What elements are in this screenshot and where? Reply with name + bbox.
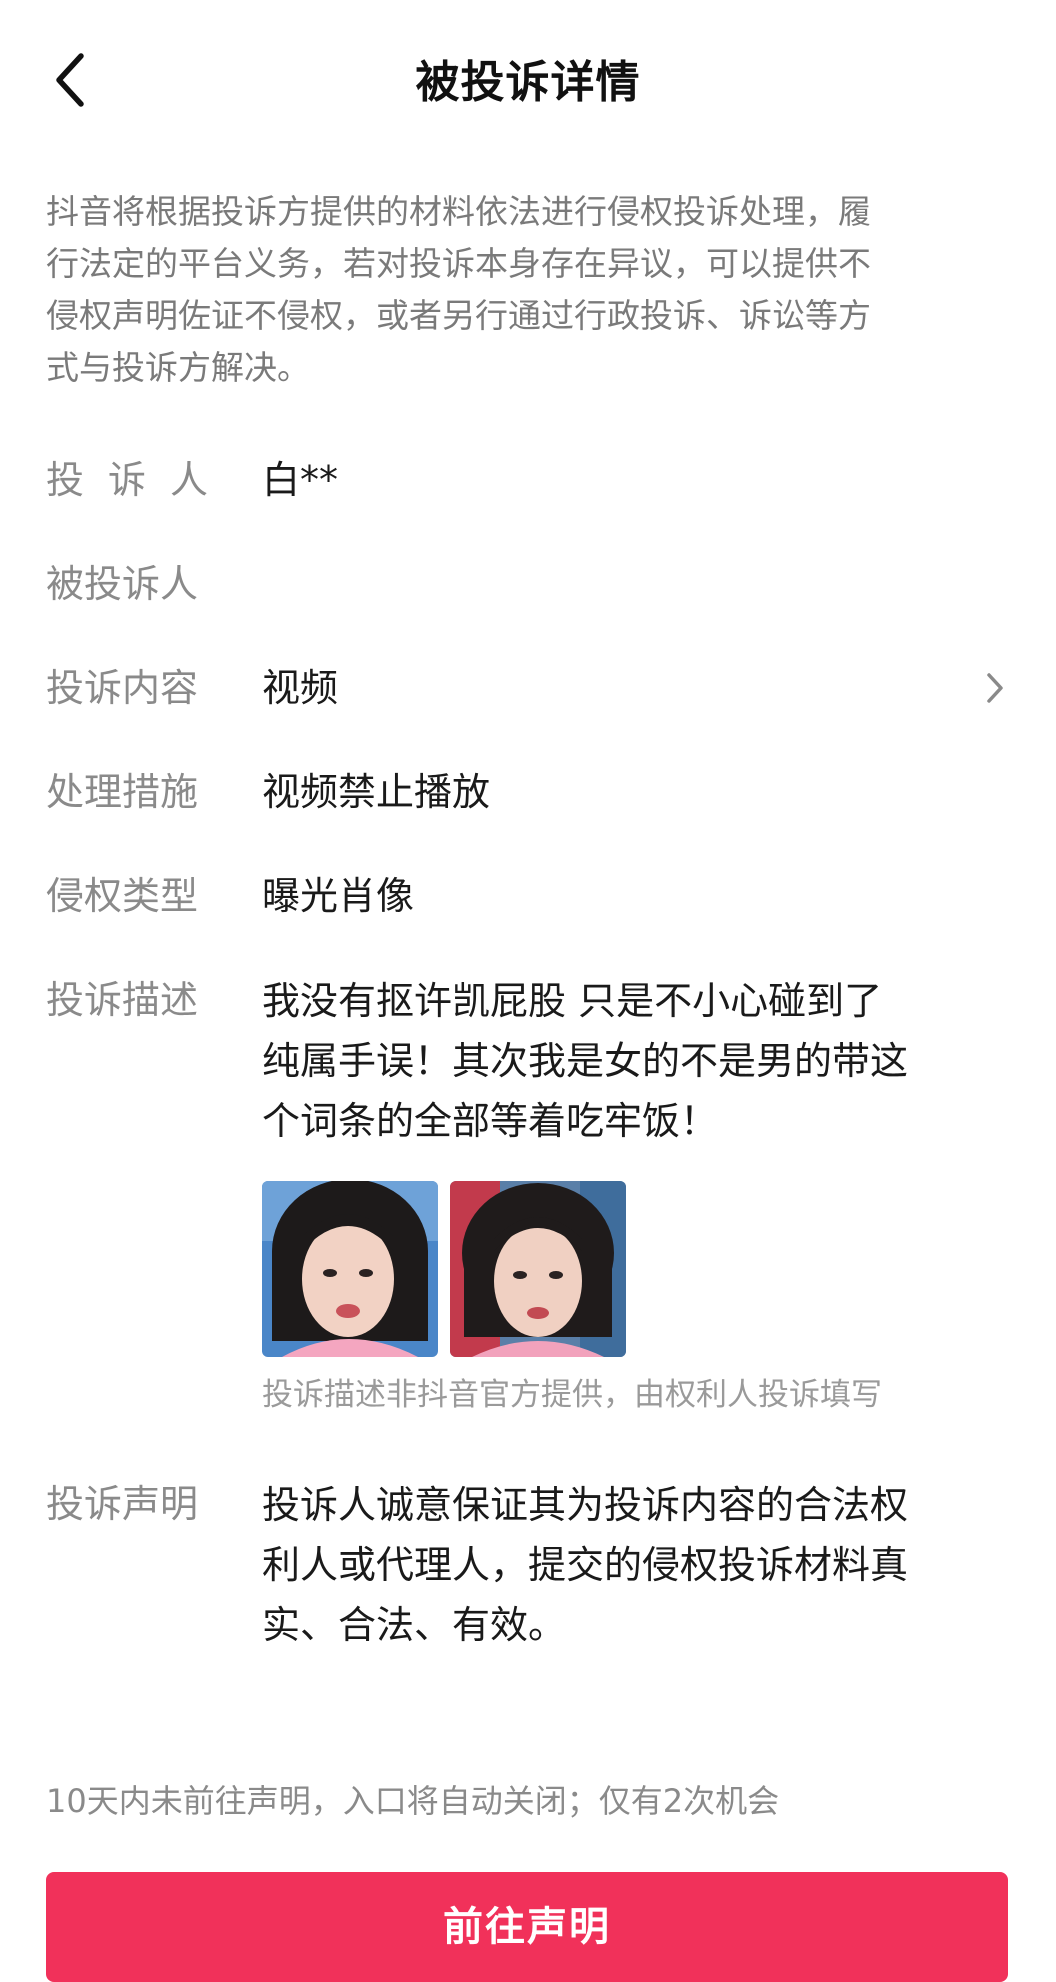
content-label: 投诉内容 xyxy=(46,666,199,710)
description-line: 个词条的全部等着吃牢饭！ xyxy=(262,1099,719,1143)
description-line: 纯属手误！其次我是女的不是男的带这 xyxy=(262,1039,909,1083)
infringement-type-label: 侵权类型 xyxy=(46,874,199,918)
statement-line: 利人或代理人，提交的侵权投诉材料真 xyxy=(262,1543,909,1587)
page-title: 被投诉详情 xyxy=(415,57,641,108)
description-disclaimer: 投诉描述非抖音官方提供，由权利人投诉填写 xyxy=(262,1377,882,1413)
statement-line: 投诉人诚意保证其为投诉内容的合法权 xyxy=(262,1483,909,1527)
notice-line: 侵权声明佐证不侵权，或者另行通过行政投诉、诉讼等方 xyxy=(46,296,871,335)
respondent-label: 被投诉人 xyxy=(46,562,199,606)
notice-line: 式与投诉方解决。 xyxy=(46,348,310,387)
statement-text: 投诉人诚意保证其为投诉内容的合法权 利人或代理人，提交的侵权投诉材料真 实、合法… xyxy=(262,1475,1002,1655)
notice-line: 行法定的平台义务，若对投诉本身存在异议，可以提供不 xyxy=(46,244,871,283)
deadline-notice: 10天内未前往声明，入口将自动关闭；仅有2次机会 xyxy=(46,1782,780,1820)
navigation-bar: 被投诉详情 xyxy=(0,0,1056,160)
evidence-photo-icon xyxy=(262,1181,438,1357)
measure-label: 处理措施 xyxy=(46,770,199,814)
content-detail-button[interactable] xyxy=(980,660,1010,716)
infringement-type-value: 曝光肖像 xyxy=(262,874,415,918)
statement-label: 投诉声明 xyxy=(46,1482,199,1526)
evidence-image[interactable] xyxy=(450,1181,626,1357)
content-value[interactable]: 视频 xyxy=(262,659,1002,717)
evidence-photo-icon xyxy=(450,1181,626,1357)
go-declare-button[interactable]: 前往声明 xyxy=(46,1872,1008,1982)
complainant-value: 白** xyxy=(262,458,339,502)
complainant-label: 投诉人 xyxy=(46,458,233,502)
notice-line: 抖音将根据投诉方提供的材料依法进行侵权投诉处理，履 xyxy=(46,192,871,231)
chevron-right-icon xyxy=(987,673,1003,703)
evidence-image[interactable] xyxy=(262,1181,438,1357)
notice-text: 抖音将根据投诉方提供的材料依法进行侵权投诉处理，履 行法定的平台义务，若对投诉本… xyxy=(46,186,1006,394)
description-label: 投诉描述 xyxy=(46,978,199,1022)
description-line: 我没有抠许凯屁股 只是不小心碰到了 xyxy=(262,979,883,1023)
measure-value: 视频禁止播放 xyxy=(262,770,491,814)
description-text: 我没有抠许凯屁股 只是不小心碰到了 纯属手误！其次我是女的不是男的带这 个词条的… xyxy=(262,971,1002,1151)
statement-line: 实、合法、有效。 xyxy=(262,1603,567,1647)
